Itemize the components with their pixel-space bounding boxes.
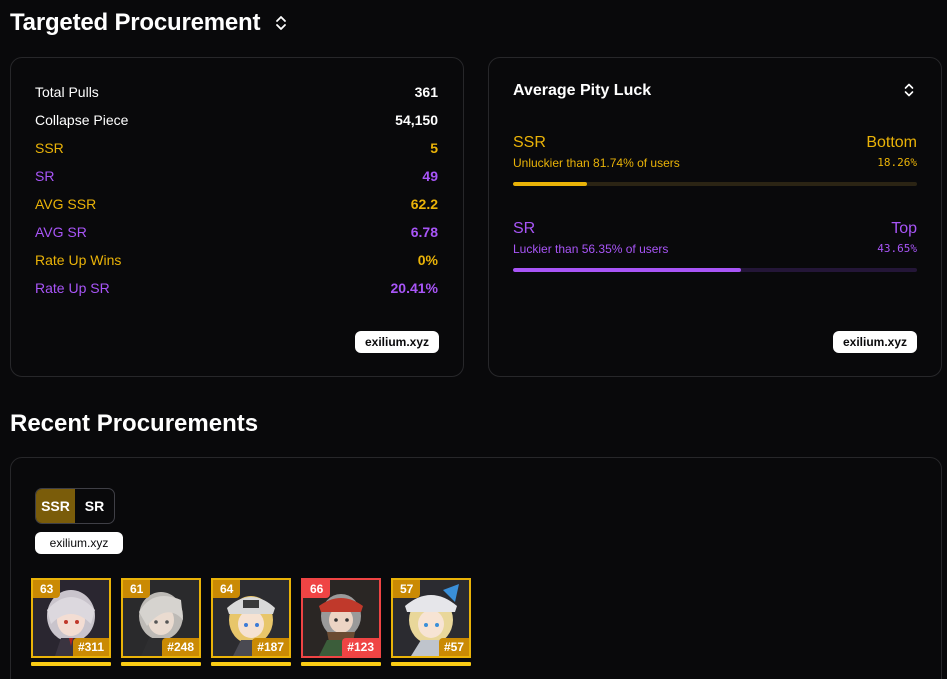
pity-sr-label: SR: [513, 220, 536, 237]
pull-number-badge: #57: [438, 638, 469, 656]
stat-label: Rate Up Wins: [35, 252, 122, 268]
pull-number-badge: #248: [162, 638, 199, 656]
page-title-text: Targeted Procurement: [10, 9, 261, 36]
stat-value: 20.41%: [390, 280, 438, 296]
pity-sr-progress-fill: [513, 268, 741, 272]
pity-sr-rank: Top: [891, 220, 917, 237]
pity-sr-desc: Luckier than 56.35% of users: [513, 242, 669, 256]
pity-count-badge: 66: [303, 580, 331, 598]
stat-row-avg-sr: AVG SR 6.78: [35, 222, 438, 242]
stat-label: Collapse Piece: [35, 112, 129, 128]
stat-row-rate-up-sr: Rate Up SR 20.41%: [35, 278, 438, 298]
chevron-up-down-icon[interactable]: [903, 83, 915, 97]
rarity-underline: [301, 662, 381, 666]
list-item[interactable]: 63 #311: [31, 578, 111, 666]
stats-card: Total Pulls 361 Collapse Piece 54,150 SS…: [10, 57, 464, 377]
pity-ssr-desc: Unluckier than 81.74% of users: [513, 156, 680, 170]
pull-number-badge: #123: [342, 638, 379, 656]
pity-count-badge: 57: [393, 580, 421, 598]
stat-value: 361: [414, 84, 438, 100]
pity-ssr-block: SSR Bottom Unluckier than 81.74% of user…: [513, 134, 917, 194]
section-title: Recent Procurements: [10, 410, 259, 437]
pity-count-badge: 64: [213, 580, 241, 598]
stat-row-total-pulls: Total Pulls 361: [35, 82, 438, 102]
stat-value: 6.78: [410, 224, 438, 240]
watermark-badge: exilium.xyz: [832, 331, 917, 353]
chevron-up-down-icon[interactable]: [274, 15, 288, 31]
pity-ssr-progress-fill: [513, 182, 587, 186]
stat-value: 62.2: [410, 196, 438, 212]
character-portrait: 64 #187: [211, 578, 291, 658]
list-item[interactable]: 64 #187: [211, 578, 291, 666]
stat-row-ssr: SSR 5: [35, 138, 438, 158]
stat-label: Total Pulls: [35, 84, 99, 100]
character-portrait: 66 #123: [301, 578, 381, 658]
list-item[interactable]: 61 #248: [121, 578, 201, 666]
pity-ssr-pct: 18.26%: [877, 156, 917, 169]
stat-value: 54,150: [395, 112, 438, 128]
character-portrait: 61 #248: [121, 578, 201, 658]
pity-ssr-rank: Bottom: [866, 134, 917, 151]
rarity-underline: [31, 662, 111, 666]
pull-number-badge: #311: [72, 638, 109, 656]
stat-label: SR: [35, 168, 55, 184]
rarity-underline: [211, 662, 291, 666]
rarity-underline: [121, 662, 201, 666]
stat-label: AVG SSR: [35, 196, 97, 212]
stat-row-sr: SR 49: [35, 166, 438, 186]
stat-label: SSR: [35, 140, 64, 156]
pity-sr-pct: 43.65%: [877, 242, 917, 255]
rarity-toggle: SSR SR: [35, 488, 115, 524]
pity-luck-card: Average Pity Luck SSR Bottom Unluckier t…: [488, 57, 942, 377]
pull-number-badge: #187: [252, 638, 289, 656]
pity-ssr-label: SSR: [513, 134, 546, 151]
pity-count-badge: 63: [33, 580, 61, 598]
stat-row-collapse-piece: Collapse Piece 54,150: [35, 110, 438, 130]
page-title: Targeted Procurement: [10, 9, 288, 37]
stat-row-avg-ssr: AVG SSR 62.2: [35, 194, 438, 214]
rarity-underline: [391, 662, 471, 666]
stat-row-rate-up-wins: Rate Up Wins 0%: [35, 250, 438, 270]
procurement-list: 63 #311 61 #248 64 #187 66 #123 57 #57: [31, 578, 471, 666]
watermark-badge: exilium.xyz: [354, 331, 439, 353]
tab-sr[interactable]: SR: [75, 489, 114, 523]
pity-sr-block: SR Top Luckier than 56.35% of users 43.6…: [513, 220, 917, 280]
watermark-badge: exilium.xyz: [35, 532, 123, 554]
stat-value: 49: [422, 168, 438, 184]
list-item[interactable]: 57 #57: [391, 578, 471, 666]
list-item[interactable]: 66 #123: [301, 578, 381, 666]
pity-card-title: Average Pity Luck: [513, 82, 652, 99]
character-portrait: 63 #311: [31, 578, 111, 658]
pity-ssr-progress-bar: [513, 182, 917, 186]
character-portrait: 57 #57: [391, 578, 471, 658]
tab-ssr[interactable]: SSR: [36, 489, 75, 523]
stat-value: 5: [430, 140, 438, 156]
pity-count-badge: 61: [123, 580, 151, 598]
pity-sr-progress-bar: [513, 268, 917, 272]
stat-label: Rate Up SR: [35, 280, 110, 296]
stat-value: 0%: [417, 252, 438, 268]
stat-label: AVG SR: [35, 224, 87, 240]
recent-procurements-card: SSR SR exilium.xyz 63 #311 61 #248 64 #1…: [10, 457, 942, 679]
